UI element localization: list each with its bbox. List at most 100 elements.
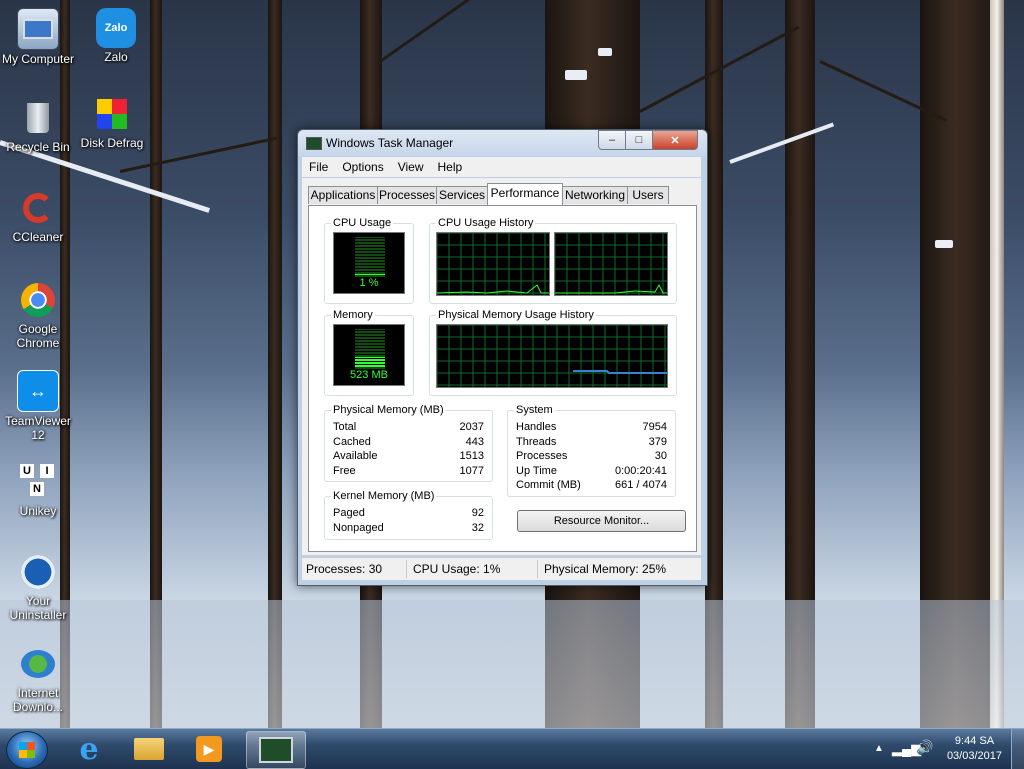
cpu-usage-group: CPU Usage 1 % (324, 217, 414, 304)
desktop-icon-label: My Computer (1, 52, 75, 66)
stat-label: Cached (333, 436, 371, 448)
cpu-history-graph-core-2 (554, 232, 668, 296)
title-bar[interactable]: Windows Task Manager – □ ✕ (298, 130, 707, 156)
status-divider (537, 560, 538, 578)
table-row: Handles 7954 (516, 421, 667, 435)
unikey-icon: U I N (18, 462, 58, 502)
memory-meter: 523 MB (333, 324, 405, 386)
taskbar-media-player[interactable]: ▶ (182, 731, 236, 767)
desktop-icon-my-computer[interactable]: My Computer (0, 8, 76, 66)
task-manager-icon (259, 737, 293, 763)
resource-monitor-button[interactable]: Resource Monitor... (517, 510, 686, 532)
status-divider (406, 560, 407, 578)
desktop-icon-your-uninstaller[interactable]: Your Uninstaller (0, 552, 76, 622)
menu-options[interactable]: Options (335, 157, 390, 174)
tab-services[interactable]: Services (436, 186, 488, 204)
stat-value: 443 (465, 436, 484, 448)
media-player-icon: ▶ (196, 736, 222, 762)
taskbar-internet-explorer[interactable]: e (62, 731, 116, 767)
cpu-meter-level (355, 274, 385, 275)
start-button[interactable] (6, 731, 48, 769)
desktop-icon-label: CCleaner (12, 230, 64, 244)
desktop-icon-google-chrome[interactable]: Google Chrome (0, 280, 76, 350)
desktop-icon-internet-download-manager[interactable]: Internet Downlo... (0, 644, 76, 714)
windows-logo-icon (19, 742, 35, 758)
stat-label: Total (333, 421, 357, 433)
idm-icon (18, 644, 58, 684)
menu-help[interactable]: Help (431, 157, 470, 174)
tab-networking[interactable]: Networking (562, 186, 628, 204)
tab-performance[interactable]: Performance (487, 183, 563, 205)
table-row: Processes 30 (516, 450, 667, 464)
cpu-usage-label: CPU Usage (331, 217, 394, 229)
table-row: Total 2037 (333, 421, 484, 435)
cpu-history-graph-core-1 (436, 232, 550, 296)
clock[interactable]: 9:44 SA 03/03/2017 (947, 734, 1002, 764)
table-row: Cached 443 (333, 436, 484, 450)
minimize-button[interactable]: – (598, 130, 626, 150)
desktop-icon-label: Google Chrome (16, 322, 60, 350)
task-manager-app-icon (306, 137, 322, 150)
memory-group: Memory 523 MB (324, 309, 414, 396)
internet-explorer-icon: e (79, 731, 99, 767)
table-row: Commit (MB) 661 / 4074 (516, 479, 667, 493)
stat-label: Free (333, 465, 356, 477)
menu-view[interactable]: View (391, 157, 431, 174)
clock-time: 9:44 SA (954, 735, 995, 747)
tab-processes[interactable]: Processes (377, 186, 437, 204)
zalo-icon: Zalo (96, 8, 136, 48)
stat-value: 7954 (642, 421, 667, 433)
desktop-icon-disk-defrag[interactable]: Disk Defrag (74, 94, 150, 150)
table-row: Nonpaged 32 (333, 522, 484, 536)
desktop-icon-label: Your Uninstaller (9, 594, 67, 622)
desktop-icon-ccleaner[interactable]: CCleaner (0, 188, 76, 244)
show-desktop-button[interactable] (1011, 729, 1024, 769)
table-row: Available 1513 (333, 450, 484, 464)
recycle-bin-icon (18, 98, 58, 138)
memory-label: Memory (331, 309, 375, 321)
desktop-icon-unikey[interactable]: U I N Unikey (0, 462, 76, 518)
stat-label: Handles (516, 421, 557, 433)
system-group: System Handles 7954 Threads 379 Processes 3… (507, 404, 676, 497)
show-hidden-icons-icon[interactable]: ▲ (874, 743, 884, 754)
table-row: Threads 379 (516, 436, 667, 450)
cpu-usage-value: 1 % (359, 277, 379, 289)
desktop-icon-label: Internet Downlo... (12, 686, 64, 714)
memory-meter-level (355, 357, 385, 367)
stat-value: 661 / 4074 (615, 479, 667, 491)
memory-history-label: Physical Memory Usage History (436, 309, 596, 321)
physical-memory-group: Physical Memory (MB) Total 2037 Cached 443… (324, 404, 493, 482)
window-title: Windows Task Manager (326, 136, 454, 150)
cpu-history-group: CPU Usage History (429, 217, 677, 304)
cpu-meter-background (355, 237, 385, 277)
kernel-memory-group: Kernel Memory (MB) Paged 92 Nonpaged 32 (324, 490, 493, 540)
menu-file[interactable]: File (302, 157, 335, 174)
tab-applications[interactable]: Applications (308, 186, 378, 204)
close-button[interactable]: ✕ (652, 130, 698, 150)
stat-label: Available (333, 450, 378, 462)
desktop-icon-recycle-bin[interactable]: Recycle Bin (0, 98, 76, 154)
taskbar-file-explorer[interactable] (122, 731, 176, 767)
tab-users[interactable]: Users (627, 186, 669, 204)
desktop-icon-label: Zalo (104, 50, 128, 64)
desktop-icon-label: TeamViewer 12 (5, 414, 71, 442)
system-label: System (514, 404, 555, 416)
desktop-icon-label: Recycle Bin (6, 140, 70, 154)
status-physical-memory: Physical Memory: 25% (544, 562, 667, 576)
desktop-icon-zalo[interactable]: Zalo Zalo (78, 8, 154, 64)
maximize-button[interactable]: □ (625, 130, 653, 150)
volume-icon[interactable]: 🔊 (916, 739, 933, 756)
taskbar-task-manager[interactable] (246, 731, 306, 769)
cpu-usage-meter: 1 % (333, 232, 405, 294)
clock-date: 03/03/2017 (946, 750, 1002, 762)
cpu-core-2-history-line (555, 283, 667, 294)
minimize-icon: – (608, 134, 616, 146)
desktop-icon-teamviewer[interactable]: ↔ TeamViewer 12 (0, 370, 76, 442)
desktop-icon-label: Unikey (19, 504, 57, 518)
system-tray: ▲ ▂▄▆ 🔊 9:44 SA 03/03/2017 (854, 729, 1024, 769)
disk-defrag-icon (92, 94, 132, 134)
computer-icon (17, 8, 59, 50)
maximize-icon: □ (635, 134, 643, 146)
task-manager-window[interactable]: Windows Task Manager – □ ✕ File Options Vi… (297, 129, 708, 586)
file-explorer-icon (134, 738, 164, 760)
